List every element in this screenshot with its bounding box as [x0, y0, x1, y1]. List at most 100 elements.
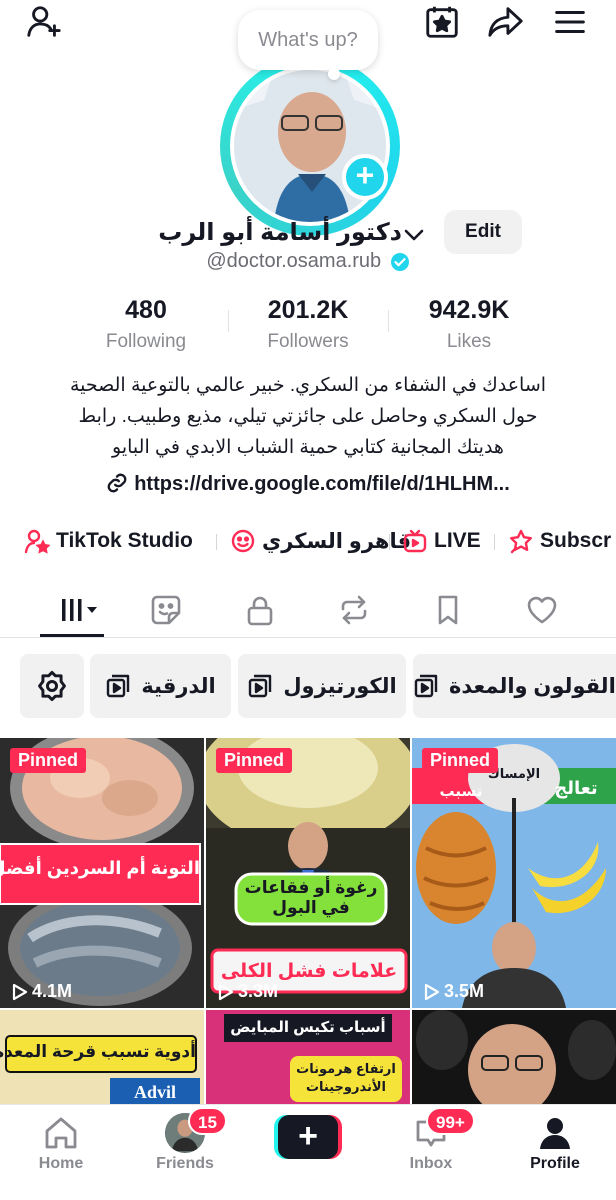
- add-story-button[interactable]: +: [342, 154, 388, 200]
- group-shortcut-button[interactable]: قاهرو السكري: [230, 526, 411, 556]
- tab-private[interactable]: [230, 586, 290, 634]
- stat-divider: [388, 310, 389, 332]
- view-count: 3.5M: [422, 981, 484, 1002]
- shortcut-divider: [494, 534, 495, 550]
- video-tile[interactable]: أدوية تسبب قرحة المعدة Advil: [0, 1010, 204, 1104]
- bookmark-icon: [438, 595, 458, 625]
- name-row: دكتور أسامة أبو الرب Edit: [0, 210, 616, 254]
- playlist-chip[interactable]: الكورتيزول: [238, 654, 406, 718]
- playlist-label: الكورتيزول: [283, 674, 397, 698]
- pinned-badge: Pinned: [422, 748, 499, 773]
- video-caption: أدوية تسبب قرحة المعدة: [0, 1042, 196, 1061]
- subscription-icon: [510, 529, 532, 554]
- nav-profile[interactable]: Profile: [500, 1113, 610, 1173]
- status-bubble[interactable]: What's up?: [238, 10, 378, 70]
- friends-badge: 15: [188, 1107, 227, 1135]
- video-caption: تعالج: [554, 778, 598, 798]
- shortcut-row: TikTok Studio قاهرو السكري LIVE Subscr: [0, 520, 616, 560]
- heart-icon: [527, 596, 557, 624]
- username: @doctor.osama.rub: [206, 250, 382, 272]
- nav-label: Friends: [156, 1155, 214, 1172]
- shortcut-label: LIVE: [434, 529, 481, 552]
- tab-stickers[interactable]: [136, 586, 196, 634]
- playlist-chip[interactable]: القولون والمعدة: [413, 654, 616, 718]
- chevron-down-icon[interactable]: [404, 228, 424, 242]
- content-tabs: [0, 580, 616, 638]
- playlist-chip[interactable]: الدرقية: [90, 654, 231, 718]
- likes-label: Likes: [446, 331, 492, 352]
- video-caption: تسبب: [439, 783, 483, 800]
- caption-line: الأندروجينات: [305, 1079, 387, 1094]
- play-icon: [12, 983, 28, 1000]
- create-button[interactable]: +: [274, 1115, 342, 1159]
- playlist-settings-button[interactable]: [20, 654, 84, 718]
- menu-icon[interactable]: [550, 2, 590, 42]
- video-thumbnail: [412, 1010, 616, 1104]
- share-icon[interactable]: [486, 2, 526, 42]
- video-tile[interactable]: رغوة أو فقاعات في البول علامات فشل الكلى…: [206, 738, 410, 1008]
- video-caption: علامات فشل الكلى: [220, 961, 398, 982]
- tab-favorites[interactable]: [418, 586, 478, 634]
- display-name[interactable]: دكتور أسامة أبو الرب: [158, 218, 402, 247]
- video-tile[interactable]: أسباب تكيس المبايض ارتفاع هرمونات الأندر…: [206, 1010, 410, 1104]
- repost-icon: [341, 595, 367, 625]
- playlist-row: الدرقية الكورتيزول القولون والمعدة: [0, 654, 616, 720]
- profile-avatar[interactable]: +: [220, 56, 400, 236]
- video-grid: التونة أم السردين أفضل؟ Pinned 4.1M رغوة…: [0, 738, 616, 1104]
- view-count-text: 3.3M: [238, 981, 279, 1001]
- nav-home[interactable]: Home: [6, 1113, 116, 1173]
- tiktok-studio-button[interactable]: TikTok Studio: [24, 526, 193, 556]
- following-label: Following: [105, 331, 187, 352]
- video-caption: ارتفاع هرمونات الأندروجينات: [290, 1060, 402, 1096]
- stats-row: 480 Following 201.2K Followers 942.9K Li…: [0, 296, 616, 356]
- subscription-button[interactable]: Subscr: [508, 526, 611, 556]
- shortcut-divider: [216, 534, 217, 550]
- home-icon: [45, 1117, 77, 1149]
- followers-label: Followers: [267, 331, 349, 352]
- pinned-badge: Pinned: [10, 748, 87, 773]
- playlist-icon: [249, 674, 272, 698]
- bio: اساعدك في الشفاء من السكري. خبير عالمي ب…: [60, 370, 556, 463]
- tab-liked[interactable]: [512, 586, 572, 634]
- gear-icon: [38, 670, 66, 702]
- verified-badge-icon: [390, 252, 409, 271]
- inbox-badge: 99+: [426, 1107, 475, 1135]
- tab-videos[interactable]: [48, 586, 108, 634]
- view-count-text: 4.1M: [32, 981, 73, 1001]
- caption-line: رغوة أو فقاعات: [244, 878, 378, 897]
- playlist-icon: [414, 674, 438, 698]
- shortcut-label: Subscr: [540, 529, 612, 552]
- lock-icon: [247, 596, 273, 626]
- stat-following[interactable]: 480 Following: [71, 296, 221, 353]
- bio-link[interactable]: https://drive.google.com/file/d/1HLHM...: [0, 472, 616, 502]
- video-tile[interactable]: [412, 1010, 616, 1104]
- add-friend-icon[interactable]: [24, 2, 64, 42]
- tab-reposts[interactable]: [324, 586, 384, 634]
- bubble-tail: [328, 68, 340, 80]
- video-brand-text: Advil: [133, 1082, 176, 1102]
- stat-likes[interactable]: 942.9K Likes: [394, 296, 544, 353]
- play-icon: [424, 983, 440, 1000]
- nav-label: Profile: [530, 1155, 580, 1172]
- shortcut-label: TikTok Studio: [56, 529, 193, 552]
- stat-followers[interactable]: 201.2K Followers: [233, 296, 383, 353]
- group-icon: [231, 529, 255, 553]
- link-icon: [107, 473, 127, 493]
- video-tile[interactable]: التونة أم السردين أفضل؟ Pinned 4.1M: [0, 738, 204, 1008]
- playlist-label: الدرقية: [141, 674, 216, 698]
- view-count: 3.3M: [216, 981, 278, 1002]
- nav-label: Home: [38, 1155, 84, 1172]
- calendar-star-icon[interactable]: [422, 2, 462, 42]
- grid-icon: [62, 599, 97, 621]
- bio-line: هديتك المجانية كتابي حمية الشباب الابدي …: [112, 437, 504, 458]
- edit-profile-button[interactable]: Edit: [444, 210, 522, 254]
- bio-link-text: https://drive.google.com/file/d/1HLHM...: [134, 473, 510, 495]
- view-count: 4.1M: [10, 981, 72, 1002]
- video-tile[interactable]: الإمساك تسبب تعالج Pinned 3.5M: [412, 738, 616, 1008]
- nav-inbox[interactable]: 99+ Inbox: [376, 1107, 486, 1173]
- sticker-icon: [151, 595, 181, 625]
- video-caption: أسباب تكيس المبايض: [230, 1019, 386, 1036]
- bio-line: حول السكري وحاصل على جائزتي تيلي، مذيع و…: [78, 406, 538, 427]
- live-button[interactable]: LIVE: [402, 526, 481, 556]
- nav-friends[interactable]: 15 Friends: [130, 1107, 240, 1173]
